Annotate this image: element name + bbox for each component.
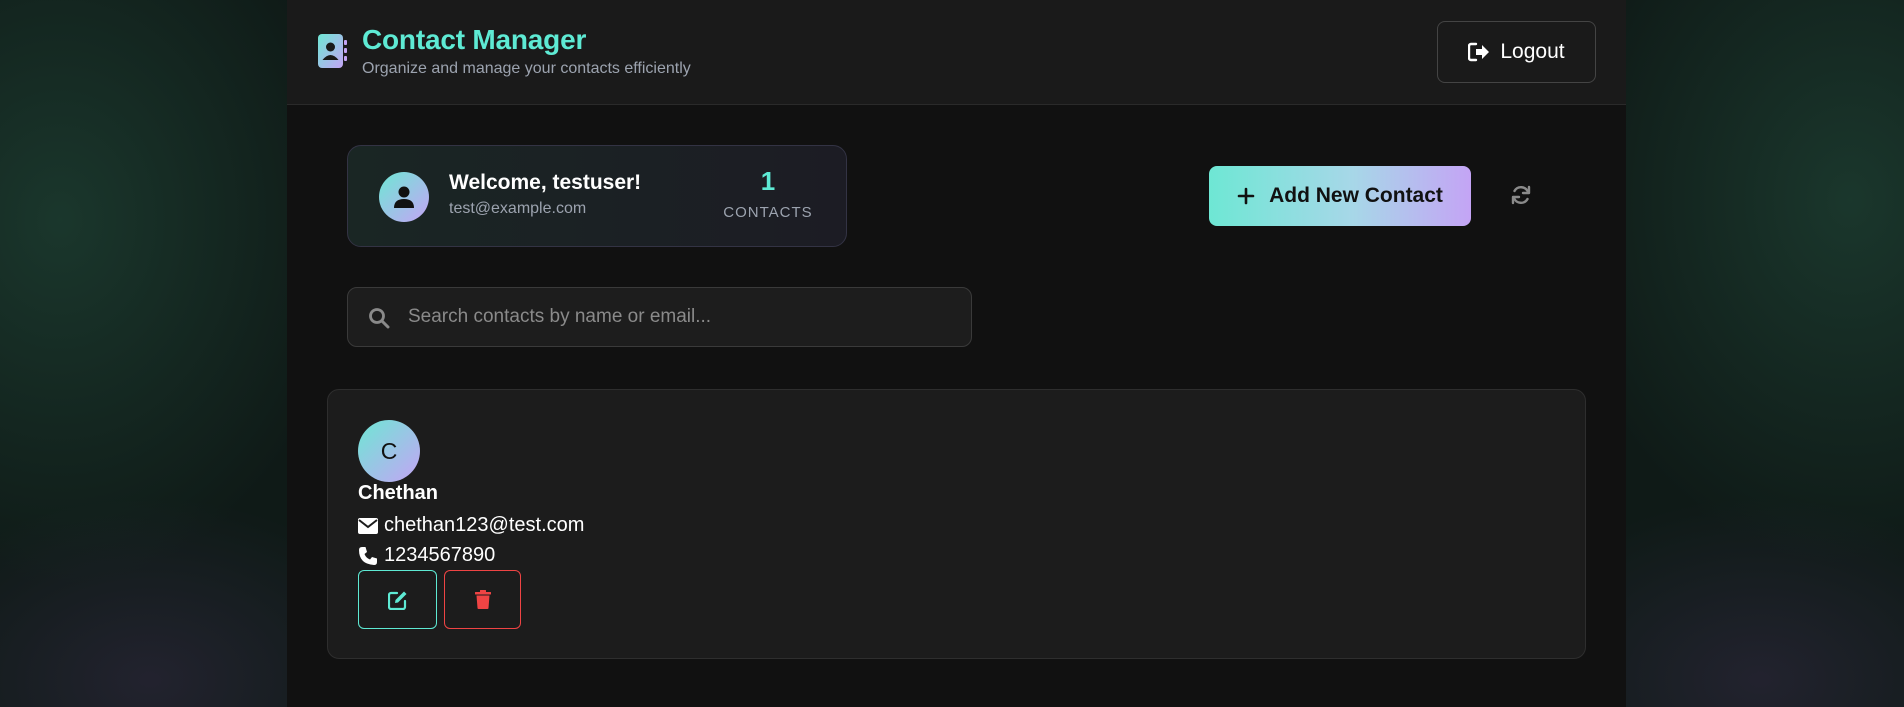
page-title: Contact Manager [362,24,587,55]
user-icon [394,186,414,208]
welcome-greeting: Welcome, testuser! [449,171,642,194]
contact-phone-row: 1234567890 [358,544,495,567]
phone-icon [359,546,377,565]
user-email: test@example.com [449,200,587,217]
avatar [379,172,429,222]
contact-name: Chethan [358,482,438,504]
search-icon [369,308,390,329]
header: Contact Manager Organize and manage your… [287,0,1626,105]
page-subtitle: Organize and manage your contacts effici… [362,60,691,77]
envelope-icon [358,517,378,534]
delete-contact-button[interactable] [444,570,521,629]
edit-icon [387,591,406,610]
search-input[interactable] [408,288,958,346]
edit-contact-button[interactable] [358,570,437,629]
trash-icon [474,590,491,609]
search-box [347,287,972,347]
sign-out-icon [1468,42,1490,62]
logout-label: Logout [1500,40,1565,63]
plus-icon [1237,187,1255,205]
contact-count-label: CONTACTS [723,204,813,221]
contact-phone: 1234567890 [384,544,496,566]
contact-count: 1 [760,166,776,196]
add-contact-button[interactable]: Add New Contact [1209,166,1471,226]
address-book-icon [318,34,347,68]
refresh-button[interactable] [1507,181,1535,209]
contact-email-row: chethan123@test.com [358,514,584,537]
contact-avatar: C [358,420,420,482]
contact-email: chethan123@test.com [384,514,585,536]
contact-card: C Chethan chethan123@test.com 1234567890 [327,389,1586,659]
welcome-card: Welcome, testuser! test@example.com 1 CO… [347,145,847,247]
add-contact-label: Add New Contact [1269,184,1443,207]
logout-button[interactable]: Logout [1437,21,1596,83]
refresh-icon [1511,185,1531,205]
app-shell: Contact Manager Organize and manage your… [287,0,1626,707]
